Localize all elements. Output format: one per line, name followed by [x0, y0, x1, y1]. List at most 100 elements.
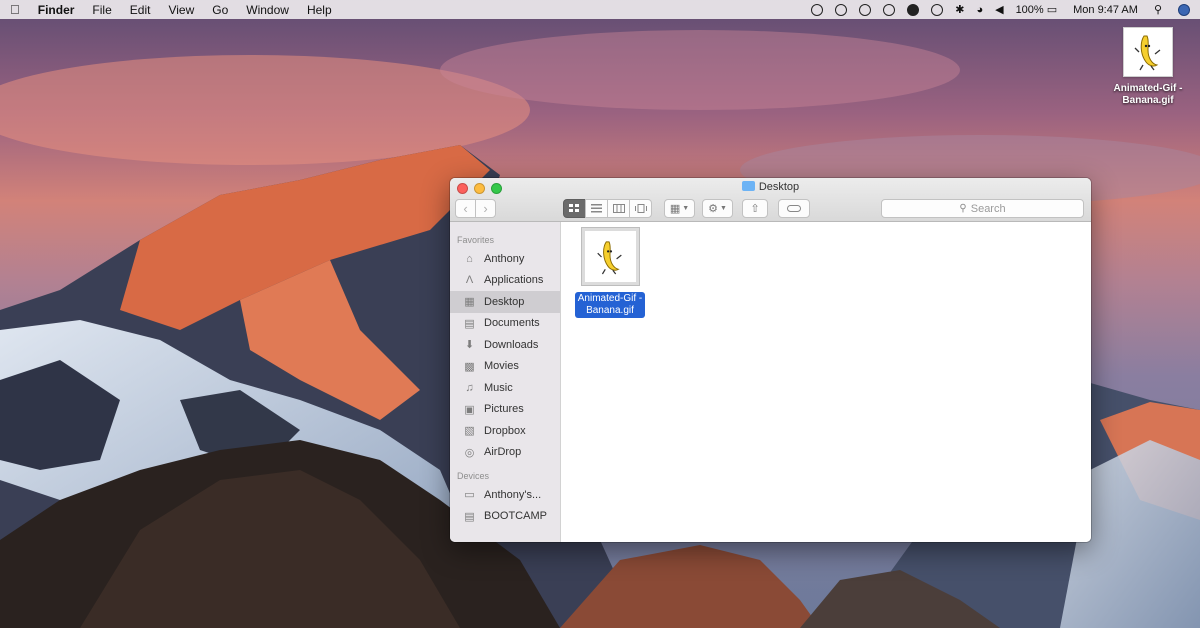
sidebar-item-dropbox[interactable]: ▧ Dropbox: [450, 420, 560, 442]
sidebar-item-label: Documents: [484, 317, 540, 330]
folder-icon: [741, 181, 755, 191]
gif-thumbnail: [1123, 27, 1173, 77]
finder-window: Desktop ‹ › ▦ ▼ ⚙ ▼ ⇧ ⚲ Search Favorites…: [450, 178, 1091, 542]
sidebar-item-label: Downloads: [484, 338, 539, 351]
icon-view-button[interactable]: [563, 199, 586, 218]
computer-icon: ▭: [464, 489, 475, 502]
desktop-icon: ▦: [464, 296, 475, 309]
menu-help[interactable]: Help: [307, 3, 332, 17]
sidebar-item-label: Music: [484, 381, 513, 394]
vpn-icon[interactable]: [883, 3, 896, 16]
tag-icon: [787, 205, 801, 212]
arrange-button[interactable]: ▦ ▼: [664, 199, 695, 218]
sidebar-item-label: Pictures: [484, 403, 524, 416]
grid-icon: [569, 204, 579, 212]
coverflow-icon: [634, 204, 647, 213]
finder-sidebar: Favorites ⌂ Anthony Λ Applications ▦ Deskto…: [450, 222, 561, 542]
sidebar-header-devices: Devices: [457, 471, 490, 481]
chevron-down-icon: ▼: [719, 205, 727, 212]
share-button[interactable]: ⇧: [742, 199, 768, 218]
home-icon: ⌂: [466, 252, 473, 265]
file-name-line1: Animated-Gif -: [577, 293, 643, 304]
menu-go[interactable]: Go: [212, 3, 228, 17]
menu-clock[interactable]: Mon 9:47 AM: [1073, 4, 1138, 16]
file-name-selected[interactable]: Animated-Gif - Banana.gif: [574, 292, 646, 318]
sidebar-item-label: Dropbox: [484, 424, 526, 437]
column-view-button[interactable]: [607, 199, 630, 218]
battery-icon[interactable]: ▭: [1047, 3, 1057, 16]
sidebar-item-pictures[interactable]: ▣ Pictures: [450, 399, 560, 421]
menu-view[interactable]: View: [168, 3, 194, 17]
gif-thumbnail: [580, 227, 640, 286]
menu-file[interactable]: File: [92, 3, 111, 17]
view-mode-segment: [563, 199, 652, 218]
window-title: Desktop: [450, 181, 1091, 193]
bluetooth-icon[interactable]: ✱: [955, 3, 964, 16]
sync-icon[interactable]: [835, 3, 848, 16]
finder-toolbar: Desktop ‹ › ▦ ▼ ⚙ ▼ ⇧ ⚲ Search: [450, 178, 1091, 222]
desktop-file-name: Animated-Gif - Banana.gif: [1114, 83, 1183, 107]
tags-button[interactable]: [778, 199, 810, 218]
list-icon: [591, 204, 602, 213]
coverflow-view-button[interactable]: [629, 199, 652, 218]
movies-icon: ▩: [464, 360, 475, 373]
documents-icon: ▤: [464, 317, 475, 330]
file-name-line2: Banana.gif: [586, 305, 634, 316]
sidebar-item-label: Anthony: [484, 252, 525, 265]
cloud-icon[interactable]: [907, 3, 920, 16]
battery-percentage: 100%: [1015, 3, 1044, 16]
sidebar-item-computer[interactable]: ▭ Anthony's...: [450, 484, 560, 506]
forward-button[interactable]: ›: [475, 199, 496, 218]
pictures-icon: ▣: [464, 403, 475, 416]
sidebar-item-applications[interactable]: Λ Applications: [450, 270, 560, 292]
sidebar-item-label: Movies: [484, 360, 519, 373]
banana-icon: [597, 240, 622, 274]
thumbnail-frame: [584, 231, 636, 282]
applications-icon: Λ: [465, 274, 474, 287]
sidebar-item-documents[interactable]: ▤ Documents: [450, 313, 560, 335]
list-view-button[interactable]: [585, 199, 608, 218]
mask-icon[interactable]: [859, 3, 872, 16]
sidebar-header-favorites: Favorites: [457, 235, 495, 245]
search-placeholder: Search: [970, 202, 1006, 215]
menu-app-name[interactable]: Finder: [38, 3, 75, 17]
airdrop-icon: ◎: [464, 446, 475, 459]
wifi-icon[interactable]: ◕: [976, 4, 983, 16]
volume-icon[interactable]: ◀: [995, 3, 1003, 16]
arrange-icon: ▦: [669, 203, 681, 215]
desktop-file-icon[interactable]: Animated-Gif - Banana.gif: [1105, 27, 1191, 107]
chevron-down-icon: ▼: [682, 205, 690, 212]
sidebar-item-label: Anthony's...: [484, 488, 542, 501]
window-title-text: Desktop: [758, 181, 800, 193]
sidebar-item-label: Desktop: [484, 295, 525, 308]
menu-edit[interactable]: Edit: [130, 3, 151, 17]
avatar-icon[interactable]: [1178, 3, 1190, 16]
search-input[interactable]: ⚲ Search: [881, 199, 1084, 218]
time-machine-icon[interactable]: [811, 3, 824, 16]
sidebar-item-label: AirDrop: [484, 446, 522, 459]
search-icon[interactable]: ⚲: [1154, 3, 1162, 16]
dropbox-icon: ▧: [464, 425, 475, 438]
nav-buttons: ‹ ›: [455, 199, 496, 218]
music-icon: ♫: [465, 381, 474, 394]
menu-bar-left:  Finder File Edit View Go Window Help: [10, 2, 350, 17]
sidebar-item-music[interactable]: ♫ Music: [450, 377, 560, 399]
sidebar-item-desktop[interactable]: ▦ Desktop: [450, 291, 560, 313]
creative-cloud-icon[interactable]: [931, 3, 944, 16]
sidebar-item-label: BOOTCAMP: [484, 510, 547, 523]
finder-content[interactable]: Animated-Gif - Banana.gif: [561, 222, 1091, 542]
sidebar-item-airdrop[interactable]: ◎ AirDrop: [450, 442, 560, 464]
file-item-selected[interactable]: Animated-Gif - Banana.gif: [570, 227, 650, 318]
back-button[interactable]: ‹: [455, 199, 476, 218]
gear-icon: ⚙: [708, 203, 718, 215]
sidebar-item-movies[interactable]: ▩ Movies: [450, 356, 560, 378]
menu-window[interactable]: Window: [246, 3, 289, 17]
sidebar-item-downloads[interactable]: ⬇ Downloads: [450, 334, 560, 356]
sidebar-item-bootcamp[interactable]: ▤ BOOTCAMP: [450, 506, 560, 528]
share-icon: ⇧: [750, 203, 760, 215]
sidebar-item-anthony[interactable]: ⌂ Anthony: [450, 248, 560, 270]
action-button[interactable]: ⚙ ▼: [702, 199, 733, 218]
sidebar-item-label: Applications: [484, 274, 544, 287]
disk-icon: ▤: [464, 510, 475, 523]
apple-logo-icon[interactable]: : [10, 2, 20, 17]
